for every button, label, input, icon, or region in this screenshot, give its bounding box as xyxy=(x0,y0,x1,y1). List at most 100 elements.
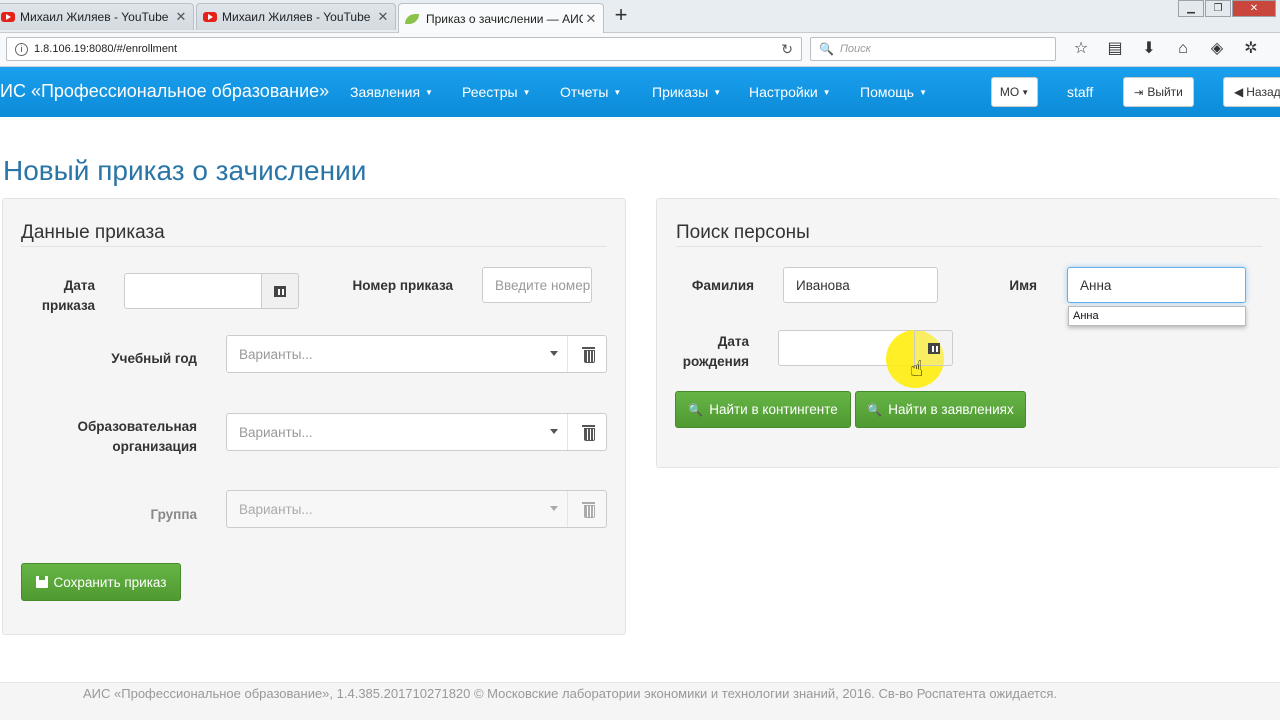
caret-down-icon: ▼ xyxy=(425,88,433,97)
calendar-icon xyxy=(274,285,286,297)
order-number-label: Номер приказа xyxy=(352,278,453,293)
reload-icon[interactable]: ↻ xyxy=(781,41,793,58)
menu-orders[interactable]: Приказы ▼ xyxy=(652,84,721,100)
browser-toolbar: i 1.8.106.19:8080/#/enrollment ↻ 🔍 Поиск… xyxy=(0,33,1280,67)
caret-down-icon: ▼ xyxy=(713,88,722,97)
save-order-label: Сохранить приказ xyxy=(53,574,167,590)
download-icon[interactable]: ⬇ xyxy=(1132,39,1166,59)
region-dropdown[interactable]: МО ▼ xyxy=(991,77,1038,107)
trash-icon[interactable] xyxy=(582,425,595,441)
caret-down-icon: ▼ xyxy=(919,88,927,97)
education-org-label: Образовательная организация xyxy=(77,419,197,454)
academic-year-select[interactable]: Варианты... xyxy=(226,335,607,373)
bookmark-star-icon[interactable]: ☆ xyxy=(1064,39,1098,59)
select-placeholder: Варианты... xyxy=(239,424,313,440)
search-icon: 🔍 xyxy=(867,402,883,417)
youtube-icon xyxy=(1,12,15,22)
order-date-calendar-button[interactable] xyxy=(261,273,299,309)
browser-tab-youtube-1[interactable]: Михаил Жиляев - YouTube ✕ xyxy=(0,3,194,30)
caret-down-icon[interactable] xyxy=(550,351,558,356)
firstname-label: Имя xyxy=(1009,278,1037,293)
close-icon[interactable]: ✕ xyxy=(173,9,189,25)
find-in-applications-button[interactable]: 🔍 Найти в заявлениях xyxy=(855,391,1026,428)
search-icon: 🔍 xyxy=(819,42,834,56)
menu-icon[interactable]: ≡ xyxy=(1268,39,1280,59)
close-icon[interactable]: ✕ xyxy=(583,11,599,27)
sign-out-icon: ⇥ xyxy=(1134,86,1144,99)
caret-down-icon: ▼ xyxy=(1021,87,1030,97)
order-panel-legend: Данные приказа xyxy=(21,222,165,243)
brand-title[interactable]: ИС «Профессиональное образование» xyxy=(0,81,329,102)
group-select: Варианты... xyxy=(226,490,607,528)
menu-applications[interactable]: Заявления ▼ xyxy=(350,84,433,100)
academic-year-label: Учебный год xyxy=(111,351,197,366)
leaf-icon xyxy=(405,13,419,24)
browser-tab-enrollment[interactable]: Приказ о зачислении — АИС «Профессиональ… xyxy=(398,3,604,33)
footer-text: АИС «Профессиональное образование», 1.4.… xyxy=(83,686,1057,701)
save-order-button[interactable]: Сохранить приказ xyxy=(21,563,181,601)
caret-down-icon xyxy=(550,506,558,511)
caret-down-icon[interactable] xyxy=(550,429,558,434)
back-button[interactable]: ◀ Назад xyxy=(1223,77,1280,107)
tab-title: Михаил Жиляев - YouTube xyxy=(20,10,169,24)
legend-divider xyxy=(676,246,1262,247)
menu-reports[interactable]: Отчеты ▼ xyxy=(560,84,621,100)
pocket-icon[interactable]: ◈ xyxy=(1200,39,1234,59)
calendar-icon xyxy=(927,342,940,354)
browser-tab-bar: Михаил Жиляев - YouTube ✕ Михаил Жиляев … xyxy=(0,0,1280,33)
select-placeholder: Варианты... xyxy=(239,501,313,517)
birthdate-label: Дата рождения xyxy=(682,334,749,369)
floppy-disk-icon xyxy=(35,576,48,588)
logout-button[interactable]: ⇥ Выйти xyxy=(1123,77,1194,107)
info-icon[interactable]: i xyxy=(15,42,28,56)
autocomplete-option[interactable]: Анна xyxy=(1068,306,1246,326)
extension-icon[interactable]: ✲ xyxy=(1234,39,1268,59)
browser-tools: ☆ ▤ ⬇ ⌂ ◈ ✲ ≡ xyxy=(1064,39,1280,59)
maximize-button[interactable]: ❐ xyxy=(1205,0,1231,17)
browser-search-input[interactable]: 🔍 Поиск xyxy=(810,37,1056,61)
user-name[interactable]: staff xyxy=(1067,84,1093,100)
window-close-button[interactable]: ✕ xyxy=(1232,0,1276,17)
find-in-contingent-button[interactable]: 🔍 Найти в контингенте xyxy=(675,391,851,428)
caret-down-icon: ▼ xyxy=(822,88,831,97)
address-bar[interactable]: i 1.8.106.19:8080/#/enrollment ↻ xyxy=(6,37,802,61)
order-date-input[interactable] xyxy=(124,273,262,309)
group-label: Группа xyxy=(150,507,197,522)
reading-list-icon[interactable]: ▤ xyxy=(1098,39,1132,59)
find-in-applications-label: Найти в заявлениях xyxy=(888,402,1014,417)
menu-settings[interactable]: Настройки ▼ xyxy=(749,84,831,100)
search-icon: 🔍 xyxy=(688,402,704,417)
youtube-icon xyxy=(203,12,217,22)
minimize-button[interactable]: ▁ xyxy=(1178,0,1204,17)
lastname-input[interactable]: Иванова xyxy=(783,267,938,303)
trash-icon[interactable] xyxy=(582,347,595,363)
tab-title: Михаил Жиляев - YouTube xyxy=(222,10,371,24)
new-tab-button[interactable]: + xyxy=(610,4,632,26)
menu-help[interactable]: Помощь ▼ xyxy=(860,84,927,100)
education-org-select[interactable]: Варианты... xyxy=(226,413,607,451)
legend-divider xyxy=(21,246,607,247)
caret-down-icon: ▼ xyxy=(522,88,531,97)
trash-icon xyxy=(582,502,595,518)
page-title: Новый приказ о зачислении xyxy=(3,155,367,186)
close-icon[interactable]: ✕ xyxy=(375,9,391,25)
arrow-left-icon: ◀ xyxy=(1234,85,1244,99)
find-in-contingent-label: Найти в контингенте xyxy=(709,402,838,417)
firstname-input[interactable]: Анна xyxy=(1067,267,1246,303)
order-number-input[interactable]: Введите номер xyxy=(482,267,592,303)
home-icon[interactable]: ⌂ xyxy=(1166,39,1200,59)
search-placeholder: Поиск xyxy=(839,43,871,55)
caret-down-icon: ▼ xyxy=(613,88,622,97)
menu-registries[interactable]: Реестры ▼ xyxy=(462,84,530,100)
order-date-label: Дата приказа xyxy=(41,278,95,313)
window-controls: ▁ ❐ ✕ xyxy=(1177,0,1276,17)
browser-tab-youtube-2[interactable]: Михаил Жиляев - YouTube ✕ xyxy=(196,3,396,30)
url-text: 1.8.106.19:8080/#/enrollment xyxy=(34,43,178,55)
search-panel-legend: Поиск персоны xyxy=(676,222,810,243)
tab-title: Приказ о зачислении — АИС «Профессиональ… xyxy=(426,11,583,26)
hand-pointer-icon: ☝ xyxy=(910,356,924,381)
select-placeholder: Варианты... xyxy=(239,346,313,362)
lastname-label: Фамилия xyxy=(691,278,754,293)
app-navbar: ИС «Профессиональное образование» Заявле… xyxy=(0,67,1280,117)
page-footer: АИС «Профессиональное образование», 1.4.… xyxy=(0,682,1280,720)
